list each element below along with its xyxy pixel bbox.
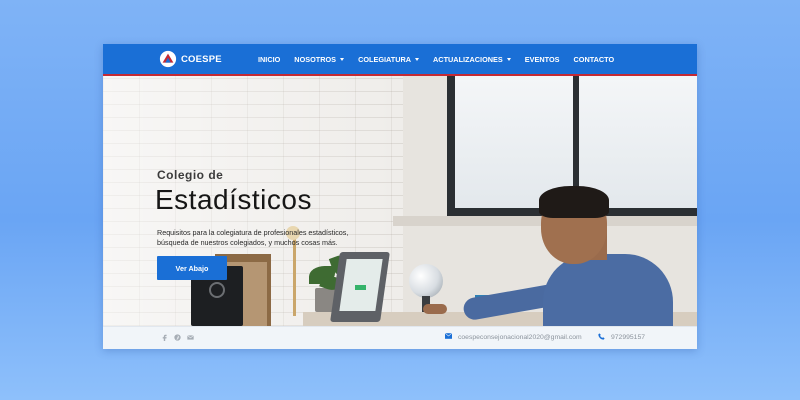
facebook-icon[interactable] <box>161 334 168 341</box>
contact-email-text: coespeconsejonacional2020@gmail.com <box>458 333 582 341</box>
mail-icon[interactable] <box>187 334 194 341</box>
pinterest-icon[interactable] <box>174 334 181 341</box>
browser-window: COESPE INICIO NOSOTROS COLEGIATURA ACTUA… <box>103 44 697 349</box>
nav-label: COLEGIATURA <box>358 54 412 64</box>
ver-abajo-button[interactable]: Ver Abajo <box>157 256 227 280</box>
nav-label: CONTACTO <box>573 54 615 64</box>
nav-label: ACTUALIZACIONES <box>433 54 503 64</box>
hero-description: Requisitos para la colegiatura de profes… <box>157 228 387 248</box>
chevron-down-icon <box>415 57 420 61</box>
hero-banner: Colegio de Estadísticos Requisitos para … <box>103 76 697 326</box>
hero-description-line: búsqueda de nuestros colegiados, y mucho… <box>157 237 338 247</box>
nav-item-nosotros[interactable]: NOSOTROS <box>294 54 345 64</box>
hero-kicker: Colegio de <box>157 168 224 182</box>
nav-label: INICIO <box>258 54 281 64</box>
nav-item-contacto[interactable]: CONTACTO <box>574 55 615 64</box>
navbar: COESPE INICIO NOSOTROS COLEGIATURA ACTUA… <box>103 44 697 76</box>
lamp <box>293 236 296 316</box>
nav-item-inicio[interactable]: INICIO <box>258 55 280 64</box>
social-links <box>161 334 200 341</box>
contact-email[interactable]: coespeconsejonacional2020@gmail.com <box>444 332 582 341</box>
contact-phone-text: 972995157 <box>611 334 646 341</box>
person-hand <box>423 304 447 314</box>
envelope-icon <box>444 332 453 341</box>
chevron-down-icon <box>340 57 345 61</box>
hero-description-line: Requisitos para la colegiatura de profes… <box>157 228 349 237</box>
person-torso <box>543 254 673 326</box>
speaker-knob <box>209 282 225 298</box>
brand[interactable]: COESPE <box>159 50 222 68</box>
brand-name: COESPE <box>181 53 222 65</box>
globe <box>409 264 443 298</box>
chevron-down-icon <box>506 57 511 61</box>
nav-label: NOSOTROS <box>294 54 337 64</box>
footer-bar: coespeconsejonacional2020@gmail.com 9729… <box>103 326 697 349</box>
nav-label: EVENTOS <box>524 54 560 64</box>
coespe-logo-icon <box>159 50 177 68</box>
person-hair <box>539 186 609 218</box>
nav-item-actualizaciones[interactable]: ACTUALIZACIONES <box>433 55 511 64</box>
screen-element <box>355 285 366 290</box>
nav-item-eventos[interactable]: EVENTOS <box>525 55 560 64</box>
phone-icon <box>598 333 605 342</box>
contact-phone[interactable]: 972995157 <box>598 333 645 342</box>
hero-title: Estadísticos <box>155 184 312 215</box>
main-nav: INICIO NOSOTROS COLEGIATURA ACTUALIZACIO… <box>258 44 628 74</box>
nav-item-colegiatura[interactable]: COLEGIATURA <box>358 54 420 64</box>
